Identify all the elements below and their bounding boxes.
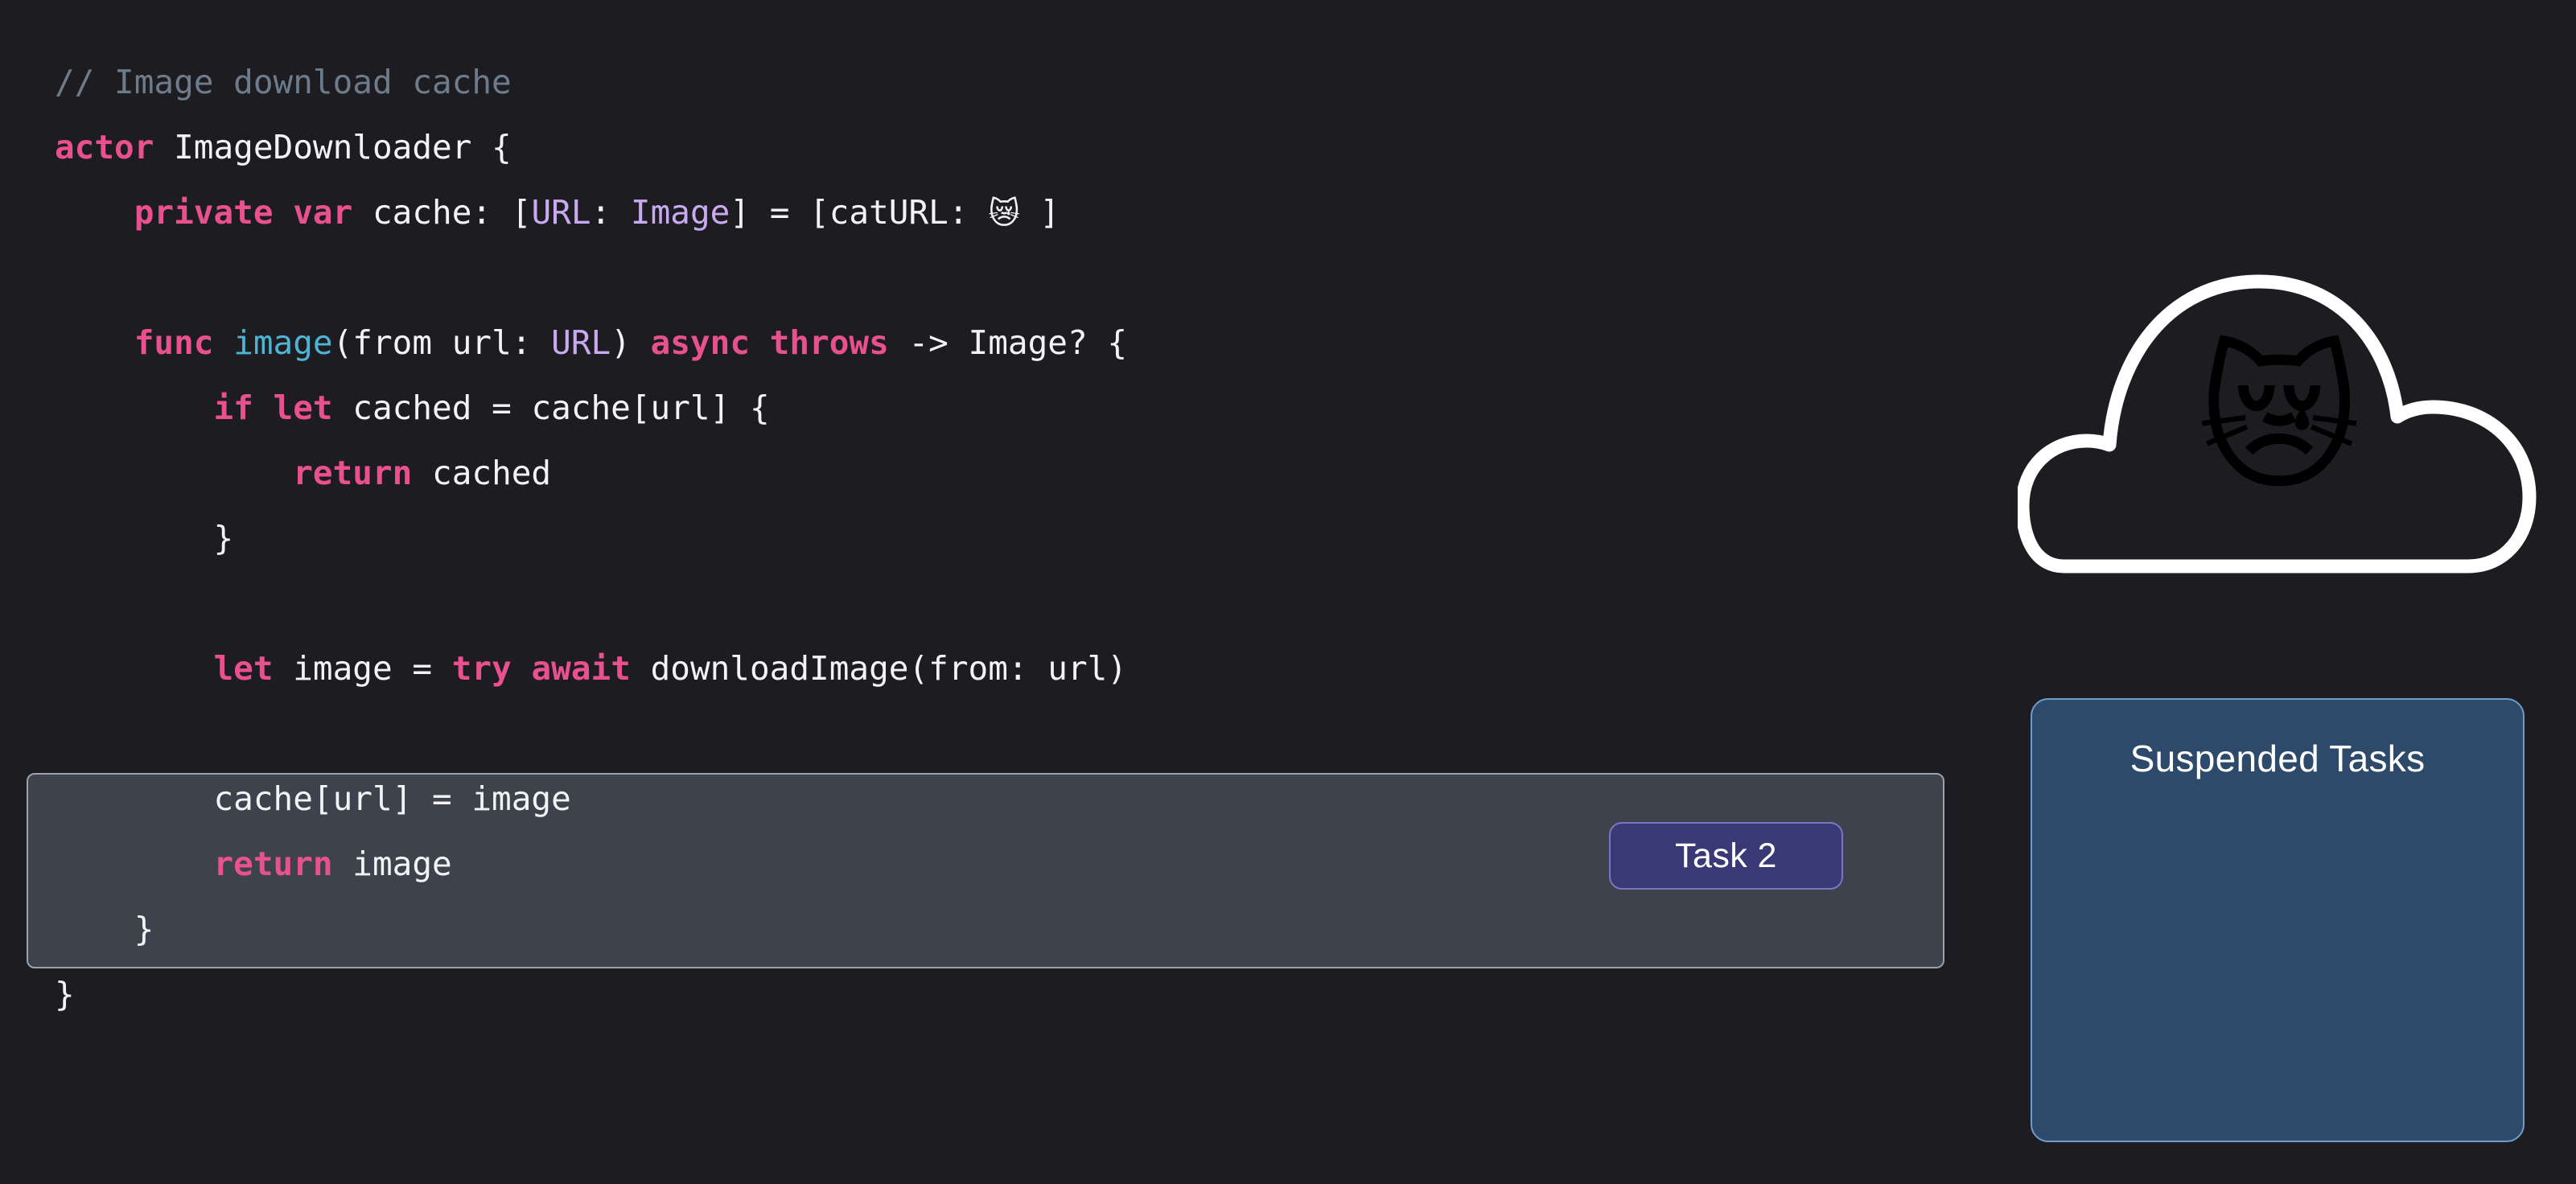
code-token: image	[332, 845, 452, 883]
code-token: throws	[769, 323, 889, 362]
code-token: await	[531, 649, 631, 688]
code-token: }	[213, 519, 234, 557]
code-line: if let cached = cache[url] {	[55, 376, 1127, 441]
code-token: let	[273, 388, 333, 427]
code-token: ImageDownloader {	[154, 128, 512, 166]
code-token: URL	[551, 323, 611, 362]
code-token: URL	[531, 193, 591, 232]
task-2-button[interactable]: Task 2	[1609, 822, 1843, 890]
slide-canvas: // Image download cache actor ImageDownlo…	[0, 0, 2576, 1184]
code-token: return	[293, 454, 413, 492]
code-token: cached	[412, 454, 552, 492]
code-line: }	[55, 897, 1127, 962]
code-line: return image	[55, 832, 1127, 897]
code-token: cached = cache[url] {	[332, 388, 770, 427]
code-token: cache[url] = image	[213, 779, 571, 818]
code-token: }	[134, 910, 154, 948]
code-line: return cached	[55, 441, 1127, 506]
code-token: )	[611, 323, 651, 362]
code-token: return	[213, 845, 333, 883]
code-token: ]	[1019, 193, 1060, 232]
code-token: cache: [	[352, 193, 532, 232]
code-token: let	[213, 649, 274, 688]
code-token: func	[134, 323, 214, 362]
task-2-button-label: Task 2	[1675, 836, 1777, 875]
code-line: cache[url] = image	[55, 767, 1127, 832]
code-token: var	[293, 193, 353, 232]
code-line: actor ImageDownloader {	[55, 115, 1127, 180]
code-token: Image	[630, 193, 730, 232]
suspended-tasks-title: Suspended Tasks	[2130, 738, 2426, 779]
code-line: func image(from url: URL) async throws -…	[55, 310, 1127, 376]
suspended-tasks-panel: Suspended Tasks	[2031, 698, 2525, 1142]
cloud-graphic: 😿	[2018, 259, 2541, 589]
code-token: image =	[273, 649, 452, 688]
code-token: :	[591, 193, 631, 232]
code-line: }	[55, 506, 1127, 571]
code-token: try	[451, 649, 512, 688]
crying-cat-emoji: 😿	[2196, 329, 2362, 512]
code-block: // Image download cache actor ImageDownlo…	[55, 50, 1127, 1027]
code-token: private	[134, 193, 274, 232]
code-token: actor	[55, 128, 154, 166]
code-token: image	[233, 323, 333, 362]
code-token: }	[55, 975, 75, 1013]
code-token: downloadImage(from: url)	[630, 649, 1127, 688]
code-line: // Image download cache	[55, 50, 1127, 115]
code-line: private var cache: [URL: Image] = [catUR…	[55, 180, 1127, 245]
code-token: if	[213, 388, 253, 427]
code-token: ] = [catURL:	[730, 193, 989, 232]
code-token: 😿	[988, 195, 1020, 231]
code-token: (from url:	[332, 323, 552, 362]
code-token: // Image download cache	[55, 63, 512, 101]
code-line: }	[55, 962, 1127, 1027]
code-token: -> Image? {	[888, 323, 1128, 362]
code-line: let image = try await downloadImage(from…	[55, 636, 1127, 701]
code-token: async	[650, 323, 750, 362]
